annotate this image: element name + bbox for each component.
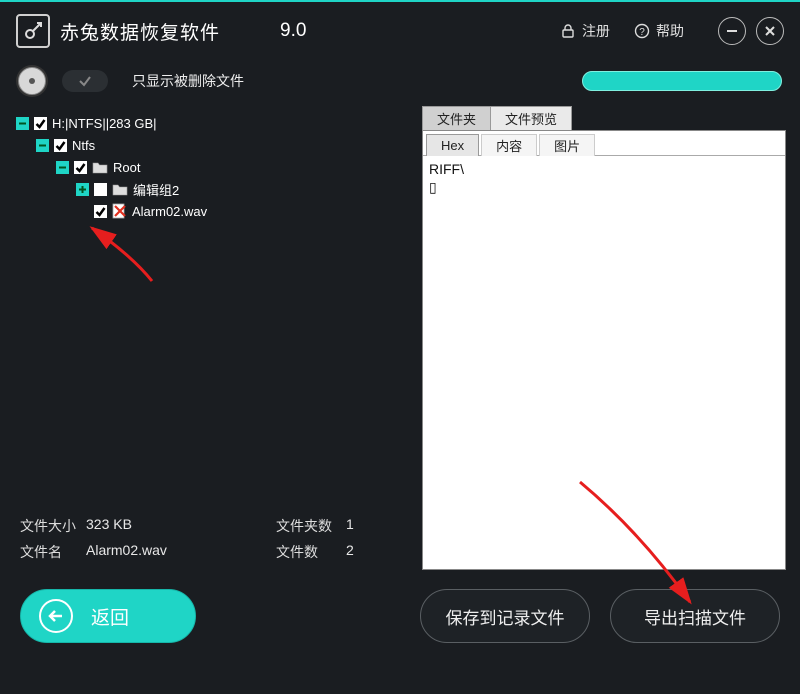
app-logo-icon <box>16 14 50 48</box>
save-log-button[interactable]: 保存到记录文件 <box>420 589 590 643</box>
stat-files-label: 文件数 <box>276 542 346 562</box>
back-arrow-icon <box>39 599 73 633</box>
preview-box: Hex 内容 图片 RIFF\ ▯ <box>422 130 786 570</box>
tab-folder[interactable]: 文件夹 <box>422 106 491 130</box>
tree-node-drive[interactable]: H:|NTFS||283 GB| <box>16 112 420 134</box>
checkbox[interactable] <box>34 117 47 130</box>
tree-node-root[interactable]: Root <box>56 156 420 178</box>
checkbox[interactable] <box>54 139 67 152</box>
export-label: 导出扫描文件 <box>644 604 746 629</box>
help-icon: ? <box>634 23 650 39</box>
header: 赤兔数据恢复软件 9.0 注册 ? 帮助 <box>0 2 800 60</box>
tree-label: 编辑组2 <box>133 180 179 199</box>
export-button[interactable]: 导出扫描文件 <box>610 589 780 643</box>
app-logo: 赤兔数据恢复软件 <box>16 14 220 48</box>
check-icon <box>77 73 93 89</box>
svg-text:?: ? <box>639 27 645 38</box>
stat-folders-label: 文件夹数 <box>276 516 346 536</box>
collapse-icon[interactable] <box>36 139 49 152</box>
help-label: 帮助 <box>656 21 684 41</box>
deleted-file-icon <box>112 203 127 219</box>
outer-tabs: 文件夹 文件预览 <box>422 106 786 130</box>
bottom-bar: 返回 保存到记录文件 导出扫描文件 <box>0 570 800 662</box>
register-label: 注册 <box>582 21 610 41</box>
progress-bar <box>582 71 782 91</box>
stat-name-value: Alarm02.wav <box>86 542 276 562</box>
tab-image[interactable]: 图片 <box>539 134 595 156</box>
disc-button[interactable] <box>18 67 46 95</box>
checkbox[interactable] <box>94 205 107 218</box>
tab-content[interactable]: 内容 <box>481 134 537 156</box>
back-button[interactable]: 返回 <box>20 589 196 643</box>
checkbox[interactable] <box>94 183 107 196</box>
folder-icon <box>92 160 108 174</box>
stat-folders-value: 1 <box>346 516 386 536</box>
register-link[interactable]: 注册 <box>560 21 610 41</box>
collapse-icon[interactable] <box>56 161 69 174</box>
tree-node-ntfs[interactable]: Ntfs <box>36 134 420 156</box>
tree-label: Alarm02.wav <box>132 204 207 219</box>
stat-name-label: 文件名 <box>20 542 86 562</box>
checkbox[interactable] <box>74 161 87 174</box>
main-area: H:|NTFS||283 GB| Ntfs Root 编辑组2 <box>0 102 800 570</box>
app-version: 9.0 <box>280 20 306 42</box>
tree-label: H:|NTFS||283 GB| <box>52 116 157 131</box>
collapse-icon[interactable] <box>16 117 29 130</box>
spacer <box>76 205 89 218</box>
help-link[interactable]: ? 帮助 <box>634 21 684 41</box>
stat-size-label: 文件大小 <box>20 516 86 536</box>
back-label: 返回 <box>91 603 129 630</box>
stat-files-value: 2 <box>346 542 386 562</box>
file-tree: H:|NTFS||283 GB| Ntfs Root 编辑组2 <box>14 106 420 512</box>
minimize-button[interactable] <box>718 17 746 45</box>
tree-node-file[interactable]: Alarm02.wav <box>76 200 420 222</box>
tab-hex[interactable]: Hex <box>426 134 479 156</box>
tree-label: Root <box>113 160 140 175</box>
deleted-only-toggle[interactable] <box>62 70 108 92</box>
folder-icon <box>112 182 128 196</box>
preview-content: RIFF\ ▯ <box>423 156 785 569</box>
toolbar: 只显示被删除文件 <box>0 60 800 102</box>
stat-size-value: 323 KB <box>86 516 276 536</box>
app-title: 赤兔数据恢复软件 <box>60 18 220 45</box>
file-stats: 文件大小 323 KB 文件夹数 1 文件名 Alarm02.wav 文件数 2 <box>14 512 420 570</box>
preview-panel: 文件夹 文件预览 Hex 内容 图片 RIFF\ ▯ <box>422 106 786 570</box>
tree-label: Ntfs <box>72 138 95 153</box>
tree-panel: H:|NTFS||283 GB| Ntfs Root 编辑组2 <box>14 106 420 570</box>
save-log-label: 保存到记录文件 <box>446 604 565 629</box>
expand-icon[interactable] <box>76 183 89 196</box>
tree-node-group[interactable]: 编辑组2 <box>76 178 420 200</box>
lock-icon <box>560 23 576 39</box>
close-button[interactable] <box>756 17 784 45</box>
inner-tabs: Hex 内容 图片 <box>423 131 785 156</box>
annotation-arrow-icon <box>72 226 162 289</box>
deleted-only-label: 只显示被删除文件 <box>132 71 244 91</box>
tab-file-preview[interactable]: 文件预览 <box>490 106 572 130</box>
